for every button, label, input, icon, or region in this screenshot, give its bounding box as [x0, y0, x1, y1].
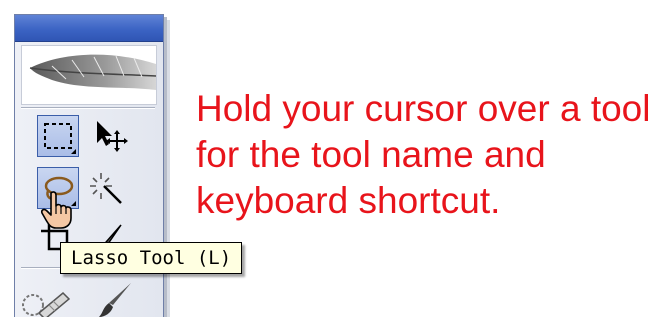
feather-icon [29, 54, 156, 90]
hand-cursor-icon [40, 190, 76, 230]
toolbox-divider [21, 107, 155, 109]
toolbox-titlebar[interactable] [15, 15, 163, 42]
healing-brush-tool[interactable] [19, 279, 71, 317]
tool-tooltip: Lasso Tool (L) [60, 242, 243, 274]
magic-wand-tool[interactable] [87, 167, 129, 209]
toolbox-logo[interactable] [21, 45, 157, 105]
healing-brush-icon [22, 291, 71, 317]
brush-icon [99, 283, 131, 317]
rectangular-marquee-tool[interactable] [37, 115, 79, 157]
instruction-text: Hold your cursor over a tool for the too… [196, 86, 656, 224]
instruction-line-3: keyboard shortcut. [196, 180, 501, 221]
move-icon [97, 121, 128, 152]
tool-flyout-arrow [71, 149, 76, 154]
move-tool[interactable] [87, 115, 129, 157]
instruction-line-2: for the tool name and [196, 134, 546, 175]
magic-wand-icon [90, 173, 122, 204]
instruction-line-1: Hold your cursor over a tool [196, 88, 651, 129]
brush-tool[interactable] [95, 279, 137, 317]
